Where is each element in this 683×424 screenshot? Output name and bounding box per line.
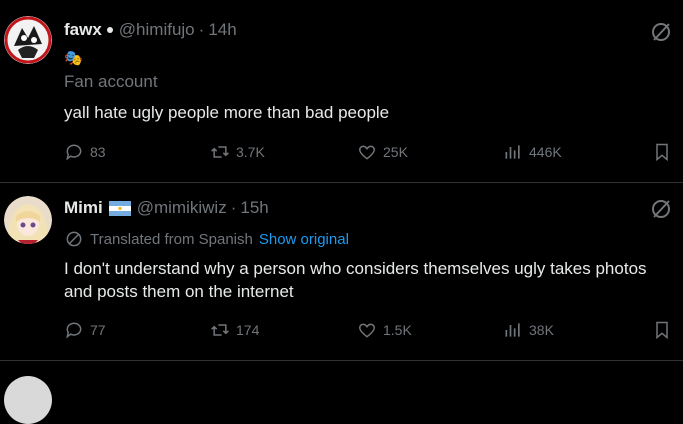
reply-button[interactable]: 83 — [64, 142, 106, 162]
post-text: yall hate ugly people more than bad peop… — [64, 103, 390, 122]
repost-icon — [211, 324, 229, 336]
post[interactable]: Mimi @mimikiwiz · 15h Translated from Sp… — [0, 183, 683, 361]
author-handle[interactable]: @mimikiwiz — [137, 198, 227, 218]
reply-icon — [66, 322, 82, 339]
grok-icon[interactable] — [649, 20, 673, 44]
views-icon — [505, 323, 520, 337]
bookmark-icon[interactable] — [652, 142, 672, 162]
next-post-avatar[interactable] — [4, 376, 52, 424]
reply-count: 83 — [90, 144, 106, 160]
grok-icon[interactable] — [649, 197, 673, 221]
post-text: I don't understand why a person who cons… — [64, 259, 647, 301]
author-handle[interactable]: @himifujo — [119, 20, 195, 40]
status-dot-icon — [106, 27, 113, 33]
repost-button[interactable]: 3.7K — [210, 142, 265, 162]
reply-button[interactable]: 77 — [64, 320, 106, 340]
avatar[interactable] — [4, 196, 52, 244]
translate-icon — [66, 231, 82, 247]
account-label: Fan account — [64, 72, 158, 91]
repost-count: 174 — [236, 322, 260, 338]
post[interactable]: fawx @himifujo · 14h 🎭 Fan account yall … — [0, 0, 683, 183]
translated-label: Translated from Spanish — [90, 230, 253, 248]
reply-icon — [66, 144, 82, 161]
reply-count: 77 — [90, 322, 106, 338]
action-bar: 77 174 1.5K 38K — [64, 320, 674, 344]
like-button[interactable]: 25K — [357, 142, 408, 162]
views-button[interactable]: 38K — [503, 320, 554, 340]
timestamp[interactable]: 15h — [240, 198, 268, 218]
separator: · — [198, 20, 205, 39]
author-name[interactable]: Mimi — [64, 198, 103, 218]
timestamp[interactable]: 14h — [208, 20, 236, 40]
separator: · — [230, 198, 237, 217]
author-name[interactable]: fawx — [64, 20, 102, 40]
like-button[interactable]: 1.5K — [357, 320, 412, 340]
views-count: 446K — [529, 144, 562, 160]
action-bar: 83 3.7K 25K 446K — [64, 142, 674, 166]
repost-count: 3.7K — [236, 144, 265, 160]
badge-emoji: 🎭 — [64, 50, 83, 67]
repost-button[interactable]: 174 — [210, 320, 259, 340]
like-count: 1.5K — [383, 322, 412, 338]
flag-argentina-icon — [108, 200, 131, 216]
like-count: 25K — [383, 144, 408, 160]
bookmark-icon[interactable] — [652, 320, 672, 340]
views-count: 38K — [529, 322, 554, 338]
views-icon — [505, 145, 520, 159]
views-button[interactable]: 446K — [503, 142, 562, 162]
like-icon — [358, 145, 376, 160]
show-original-link[interactable]: Show original — [259, 231, 349, 248]
avatar[interactable] — [4, 16, 52, 64]
repost-icon — [211, 146, 229, 158]
like-icon — [358, 323, 376, 338]
